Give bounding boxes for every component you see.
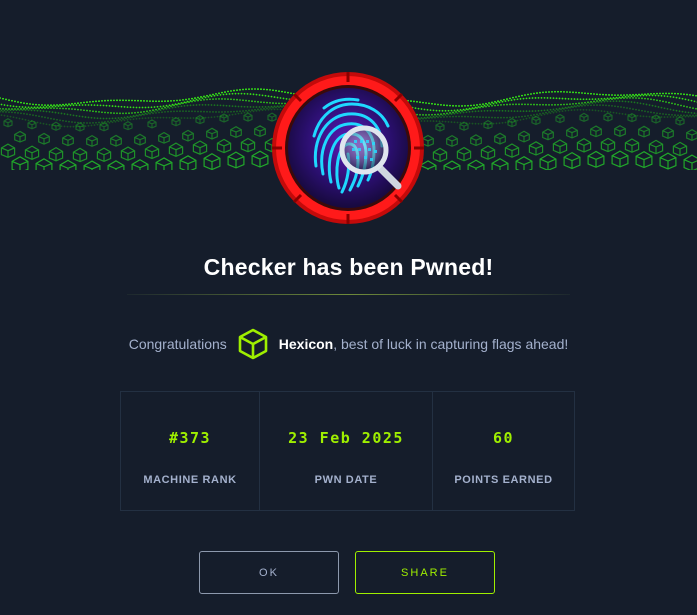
- stat-machine-rank: #373 MACHINE RANK: [121, 392, 260, 510]
- stat-value: 60: [492, 429, 515, 447]
- stat-label: MACHINE RANK: [143, 474, 237, 486]
- congrats-suffix: , best of luck in capturing flags ahead!: [333, 336, 569, 352]
- stat-value: #373: [168, 429, 212, 447]
- username-link[interactable]: Hexicon: [279, 336, 333, 352]
- title-divider: [127, 294, 570, 295]
- pwn-stats-panel: #373 MACHINE RANK 23 Feb 2025 PWN DATE 6…: [120, 391, 575, 511]
- stat-pwn-date: 23 Feb 2025 PWN DATE: [260, 392, 433, 510]
- hackthebox-cube-icon: [236, 327, 270, 361]
- share-button[interactable]: SHARE: [355, 551, 495, 594]
- machine-badge-icon: [268, 70, 428, 230]
- congrats-prefix: Congratulations: [128, 336, 227, 352]
- ok-button[interactable]: OK: [199, 551, 339, 594]
- congratulations-message: Congratulations Hexicon , best of luck i…: [0, 326, 697, 362]
- stat-label: PWN DATE: [314, 474, 378, 486]
- stat-value: 23 Feb 2025: [288, 429, 404, 447]
- pwned-title: Checker has been Pwned!: [203, 254, 494, 280]
- stat-points-earned: 60 POINTS EARNED: [433, 392, 574, 510]
- stat-label: POINTS EARNED: [454, 474, 553, 486]
